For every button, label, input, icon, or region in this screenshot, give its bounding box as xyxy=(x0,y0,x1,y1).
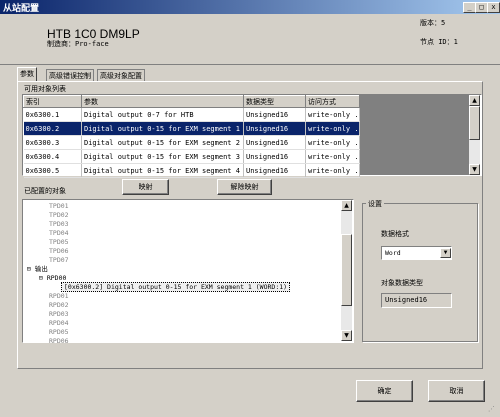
tree-node-label: TPD07 xyxy=(49,256,69,264)
tree-node[interactable]: [0x6300.2] Digital output 0-15 for EXM s… xyxy=(27,282,337,292)
settings-group xyxy=(362,203,478,342)
manufacturer: 制造商：Pro-face xyxy=(47,40,109,48)
cell-access: write-only ... xyxy=(305,163,360,178)
tree-node-label: TPD03 xyxy=(49,220,69,228)
tree-node-label: RPD02 xyxy=(49,301,69,309)
tree-collapse-icon[interactable]: ⊟ xyxy=(27,265,35,273)
tree-node-label: TPD05 xyxy=(49,238,69,246)
tree-node-label: RPD01 xyxy=(49,292,69,300)
cell-index: 0x6300.1 xyxy=(23,107,82,122)
cell-access: write-only ... xyxy=(305,149,360,164)
cell-index: 0x6300.2 xyxy=(23,121,82,136)
cell-parameter: Digital output 0-15 for EXM segment 3 xyxy=(81,149,244,164)
scroll-thumb[interactable] xyxy=(469,106,480,140)
tree-node[interactable]: RPD01 xyxy=(27,292,337,301)
cell-data-type: Unsigned16 xyxy=(243,149,306,164)
cell-index: 0x6300.4 xyxy=(23,149,82,164)
column-header-index[interactable]: 索引 xyxy=(23,95,82,108)
scroll-up-icon[interactable]: ▲ xyxy=(469,95,480,106)
table-row[interactable]: 0x6300.1 Digital output 0-7 for HTB Unsi… xyxy=(23,107,360,122)
resize-grip-icon[interactable]: ⋰ xyxy=(488,405,498,415)
table-row-selected[interactable]: 0x6300.2 Digital output 0-15 for EXM seg… xyxy=(23,121,360,136)
chevron-down-icon[interactable]: ▼ xyxy=(440,248,451,258)
available-objects-label: 可用对象列表 xyxy=(24,85,66,93)
tree-node[interactable]: TPD02 xyxy=(27,211,337,220)
table-row[interactable]: 0x6300.4 Digital output 0-15 for EXM seg… xyxy=(23,149,360,164)
cell-parameter: Digital output 0-15 for EXM segment 4 xyxy=(81,163,244,178)
cell-access: write-only ... xyxy=(305,107,360,122)
cell-parameter: Digital output 0-15 for EXM segment 1 xyxy=(81,121,244,136)
tree-node-label: [0x6300.2] Digital output 0-15 for EXM s… xyxy=(61,282,291,292)
data-format-select[interactable]: Word ▼ xyxy=(381,246,452,260)
version: 版本：5 xyxy=(420,19,446,27)
ok-button[interactable]: 确定 xyxy=(356,380,413,402)
cancel-button[interactable]: 取消 xyxy=(428,380,485,402)
close-button[interactable]: x xyxy=(487,2,500,13)
object-type-field: Unsigned16 xyxy=(381,293,452,308)
title-bar[interactable] xyxy=(0,0,500,14)
cell-data-type: Unsigned16 xyxy=(243,107,306,122)
tree-node-label: RPD06 xyxy=(49,337,69,345)
column-header-access[interactable]: 访问方式 xyxy=(305,95,360,108)
cell-data-type: Unsigned16 xyxy=(243,135,306,150)
configured-objects-label: 已配置的对象 xyxy=(24,187,66,195)
tree-node[interactable]: RPD04 xyxy=(27,319,337,328)
tree-node[interactable]: RPD03 xyxy=(27,310,337,319)
tree-node[interactable]: TPD05 xyxy=(27,238,337,247)
column-header-parameter[interactable]: 参数 xyxy=(81,95,244,108)
cell-index: 0x6300.5 xyxy=(23,163,82,178)
tree-node[interactable]: RPD06 xyxy=(27,337,337,346)
window-title: 从站配置 xyxy=(3,4,40,14)
table-row[interactable]: 0x6300.3 Digital output 0-15 for EXM seg… xyxy=(23,135,360,150)
map-button[interactable]: 映射 xyxy=(122,179,169,195)
available-objects-list[interactable]: 索引 参数 数据类型 访问方式 0x6300.1 Digital output … xyxy=(22,94,482,178)
tree-node-label: RPD00 xyxy=(46,274,67,282)
data-format-label: 数据格式 xyxy=(381,230,409,238)
configured-objects-tree[interactable]: TPD01 TPD02 TPD03 TPD04 TPD05 TPD06 TPD07 ⊟ 输出 ⊟… xyxy=(22,199,354,346)
tree-node-label: TPD02 xyxy=(49,211,69,219)
tree-node[interactable]: TPD01 xyxy=(27,202,337,211)
cell-parameter: Digital output 0-7 for HTB xyxy=(81,107,244,122)
node-id: 节点 ID：1 xyxy=(420,38,458,46)
scroll-down-icon[interactable]: ▼ xyxy=(469,164,480,175)
table-row[interactable]: 0x6300.5 Digital output 0-15 for EXM seg… xyxy=(23,163,360,178)
tree-node-label: TPD04 xyxy=(49,229,69,237)
scroll-down-icon[interactable]: ▼ xyxy=(341,330,352,341)
tree-node[interactable]: TPD03 xyxy=(27,220,337,229)
header-divider xyxy=(0,64,500,65)
cell-data-type: Unsigned16 xyxy=(243,163,306,178)
cell-index: 0x6300.3 xyxy=(23,135,82,150)
tree-node-label: TPD01 xyxy=(49,202,69,210)
tree-node[interactable]: TPD04 xyxy=(27,229,337,238)
tab-parameters[interactable]: 参数 xyxy=(17,67,37,82)
tree-collapse-icon[interactable]: ⊟ xyxy=(39,274,47,282)
scroll-thumb[interactable] xyxy=(341,234,352,306)
cell-data-type: Unsigned16 xyxy=(243,121,306,136)
tree-view[interactable]: TPD01 TPD02 TPD03 TPD04 TPD05 TPD06 TPD07 ⊟ 输出 ⊟… xyxy=(27,202,337,346)
tree-node-label: TPD06 xyxy=(49,247,69,255)
list-scrollbar[interactable]: ▲ ▼ xyxy=(469,95,480,175)
object-type-value: Unsigned16 xyxy=(385,296,428,304)
object-type-label: 对象数据类型 xyxy=(381,279,423,287)
cell-parameter: Digital output 0-15 for EXM segment 2 xyxy=(81,135,244,150)
tree-node-label: RPD03 xyxy=(49,310,69,318)
device-header: HTB 1C0 DM9LP 制造商：Pro-face 版本：5 节点 ID：1 xyxy=(0,14,500,64)
tree-node[interactable]: TPD06 xyxy=(27,247,337,256)
list-empty-area xyxy=(360,95,469,175)
tree-node-label: RPD04 xyxy=(49,319,69,327)
tree-node[interactable]: TPD07 xyxy=(27,256,337,265)
scroll-up-icon[interactable]: ▲ xyxy=(341,200,352,211)
tree-node-label: RPD05 xyxy=(49,328,69,336)
tree-node[interactable]: RPD02 xyxy=(27,301,337,310)
tree-node[interactable]: ⊟ 输出 xyxy=(27,265,337,274)
cell-access: write-only ... xyxy=(305,121,360,136)
tree-scrollbar[interactable]: ▲ ▼ xyxy=(341,200,352,341)
cell-access: write-only ... xyxy=(305,135,360,150)
data-format-value: Word xyxy=(385,249,401,257)
tree-node-label: 输出 xyxy=(34,265,48,273)
tree-node[interactable]: RPD05 xyxy=(27,328,337,337)
settings-group-label: 设置 xyxy=(366,199,384,209)
unmap-button[interactable]: 解除映射 xyxy=(217,179,272,195)
column-header-data-type[interactable]: 数据类型 xyxy=(243,95,306,108)
